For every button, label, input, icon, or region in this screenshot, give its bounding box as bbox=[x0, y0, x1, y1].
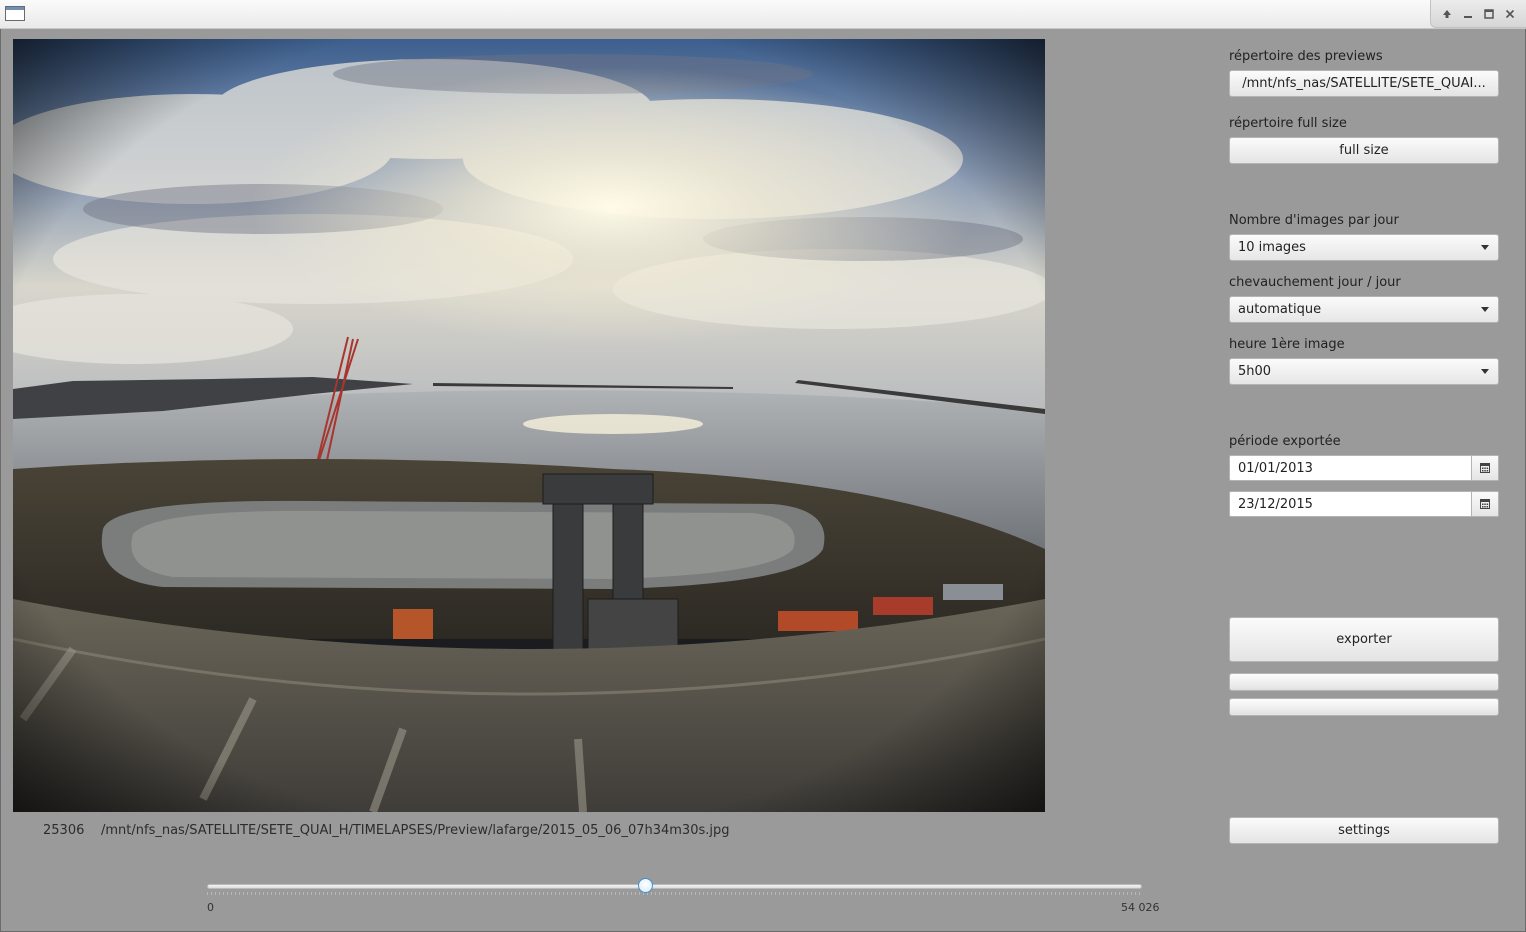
window-app-icon bbox=[5, 6, 25, 21]
previews-dir-button[interactable]: /mnt/nfs_nas/SATELLITE/SETE_QUAI... bbox=[1229, 70, 1499, 97]
maximize-icon[interactable] bbox=[1481, 6, 1497, 22]
export-button[interactable]: exporter bbox=[1229, 617, 1499, 662]
fullsize-dir-button[interactable]: full size bbox=[1229, 137, 1499, 164]
slider-max-label: 54 026 bbox=[1121, 901, 1160, 914]
period-end-value[interactable]: 23/12/2015 bbox=[1230, 497, 1471, 512]
calendar-icon[interactable] bbox=[1471, 492, 1498, 516]
timeline-slider[interactable]: 0 54 026 bbox=[207, 878, 1160, 920]
overlap-label: chevauchement jour / jour bbox=[1229, 275, 1401, 290]
overlap-value: automatique bbox=[1238, 302, 1322, 317]
preview-image bbox=[13, 39, 1045, 812]
chevron-down-icon bbox=[1481, 245, 1489, 250]
period-end-date-field[interactable]: 23/12/2015 bbox=[1229, 491, 1499, 517]
slider-tick-marks bbox=[207, 892, 1142, 895]
window-controls bbox=[1430, 0, 1526, 28]
first-image-hour-value: 5h00 bbox=[1238, 364, 1272, 379]
images-per-day-value: 10 images bbox=[1238, 240, 1306, 255]
settings-button[interactable]: settings bbox=[1229, 817, 1499, 844]
period-start-date-field[interactable]: 01/01/2013 bbox=[1229, 455, 1499, 481]
images-per-day-label: Nombre d'images par jour bbox=[1229, 213, 1399, 228]
first-image-hour-select[interactable]: 5h00 bbox=[1229, 358, 1499, 385]
minimize-icon[interactable] bbox=[1460, 6, 1476, 22]
up-icon[interactable] bbox=[1439, 6, 1455, 22]
calendar-icon[interactable] bbox=[1471, 456, 1498, 480]
slider-min-label: 0 bbox=[207, 901, 214, 914]
image-file-path: /mnt/nfs_nas/SATELLITE/SETE_QUAI_H/TIMEL… bbox=[101, 823, 730, 838]
slider-thumb[interactable] bbox=[637, 878, 653, 893]
fullsize-dir-label: répertoire full size bbox=[1229, 116, 1347, 131]
previews-dir-label: répertoire des previews bbox=[1229, 49, 1383, 64]
progress-bar-2 bbox=[1229, 698, 1499, 716]
image-index: 25306 bbox=[43, 823, 85, 838]
close-icon[interactable] bbox=[1502, 6, 1518, 22]
images-per-day-select[interactable]: 10 images bbox=[1229, 234, 1499, 261]
first-image-hour-label: heure 1ère image bbox=[1229, 337, 1345, 352]
title-bar bbox=[0, 0, 1526, 29]
overlap-select[interactable]: automatique bbox=[1229, 296, 1499, 323]
period-start-value[interactable]: 01/01/2013 bbox=[1230, 461, 1471, 476]
chevron-down-icon bbox=[1481, 369, 1489, 374]
slider-track[interactable] bbox=[207, 884, 1142, 889]
progress-bar-1 bbox=[1229, 673, 1499, 691]
chevron-down-icon bbox=[1481, 307, 1489, 312]
export-period-label: période exportée bbox=[1229, 434, 1341, 449]
